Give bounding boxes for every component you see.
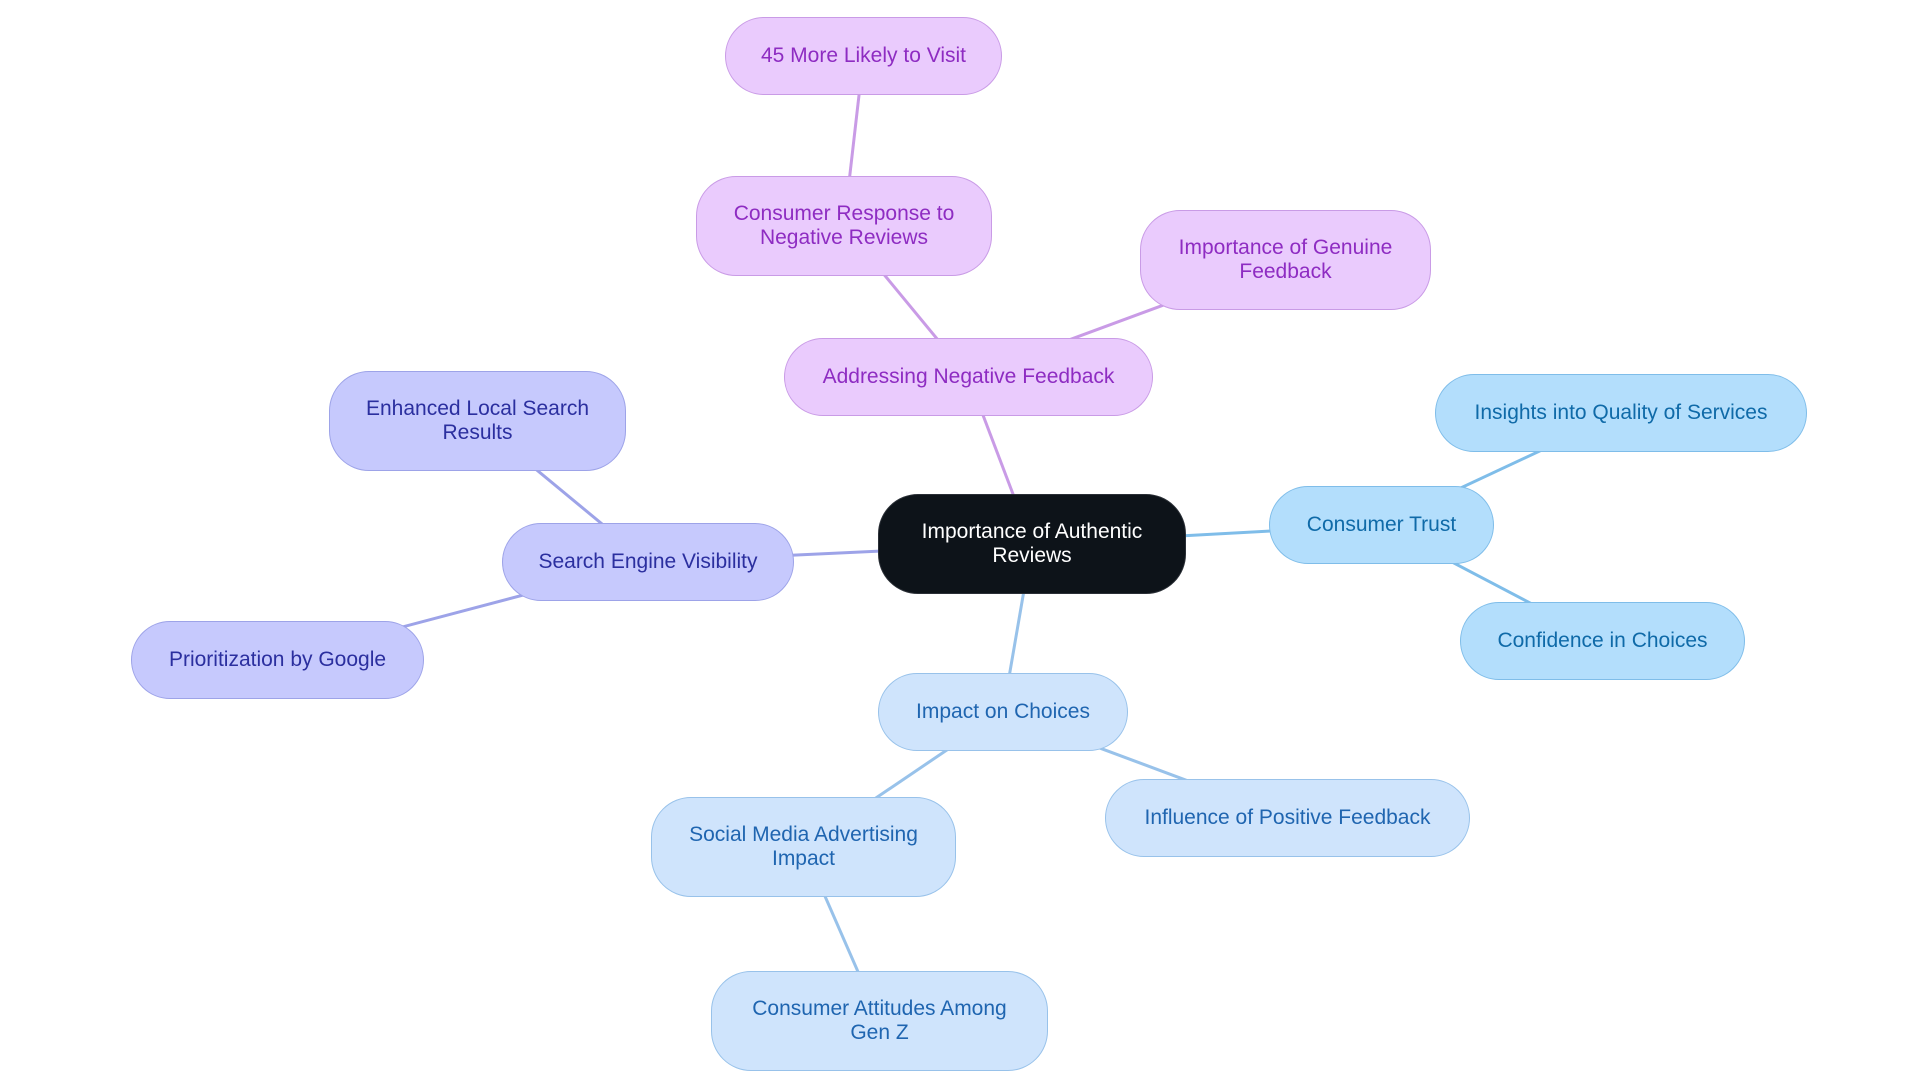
node-label: 45 More Likely to Visit <box>760 44 967 67</box>
node-label: Social Media Advertising Impact <box>689 823 918 870</box>
node-label: Consumer Attitudes Among Gen Z <box>752 997 1007 1044</box>
node-label: Impact on Choices <box>916 700 1090 723</box>
node-label: Prioritization by Google <box>168 648 387 671</box>
node-insights-into-quality-of-services[interactable]: Insights into Quality of Services <box>1435 374 1807 452</box>
node-search-engine-visibility[interactable]: Search Engine Visibility <box>502 523 794 601</box>
node-label: Confidence in Choices <box>1497 629 1708 652</box>
root-node[interactable]: Importance of Authentic Reviews <box>878 494 1186 594</box>
node-consumer-attitudes-among-gen-z[interactable]: Consumer Attitudes Among Gen Z <box>711 971 1048 1071</box>
node-enhanced-local-search-results[interactable]: Enhanced Local Search Results <box>329 371 626 471</box>
node-importance-of-genuine-feedback[interactable]: Importance of Genuine Feedback <box>1140 210 1431 310</box>
node-influence-of-positive-feedback[interactable]: Influence of Positive Feedback <box>1105 779 1470 857</box>
node-addressing-negative-feedback[interactable]: Addressing Negative Feedback <box>784 338 1153 416</box>
node-impact-on-choices[interactable]: Impact on Choices <box>878 673 1128 751</box>
node-label: Consumer Response to Negative Reviews <box>733 202 955 249</box>
root-node-label: Importance of Authentic Reviews <box>921 520 1143 567</box>
node-label: Consumer Trust <box>1306 513 1457 536</box>
node-social-media-advertising-impact[interactable]: Social Media Advertising Impact <box>651 797 956 897</box>
node-consumer-response-negative-reviews[interactable]: Consumer Response to Negative Reviews <box>696 176 992 276</box>
node-label: Insights into Quality of Services <box>1474 401 1768 424</box>
node-label: Addressing Negative Feedback <box>822 365 1115 388</box>
node-prioritization-by-google[interactable]: Prioritization by Google <box>131 621 424 699</box>
node-consumer-trust[interactable]: Consumer Trust <box>1269 486 1494 564</box>
node-label: Enhanced Local Search Results <box>366 397 589 444</box>
node-label: Search Engine Visibility <box>538 550 758 573</box>
node-45-more-likely-to-visit[interactable]: 45 More Likely to Visit <box>725 17 1002 95</box>
node-label: Importance of Genuine Feedback <box>1178 236 1393 283</box>
node-label: Influence of Positive Feedback <box>1144 806 1431 829</box>
node-confidence-in-choices[interactable]: Confidence in Choices <box>1460 602 1745 680</box>
